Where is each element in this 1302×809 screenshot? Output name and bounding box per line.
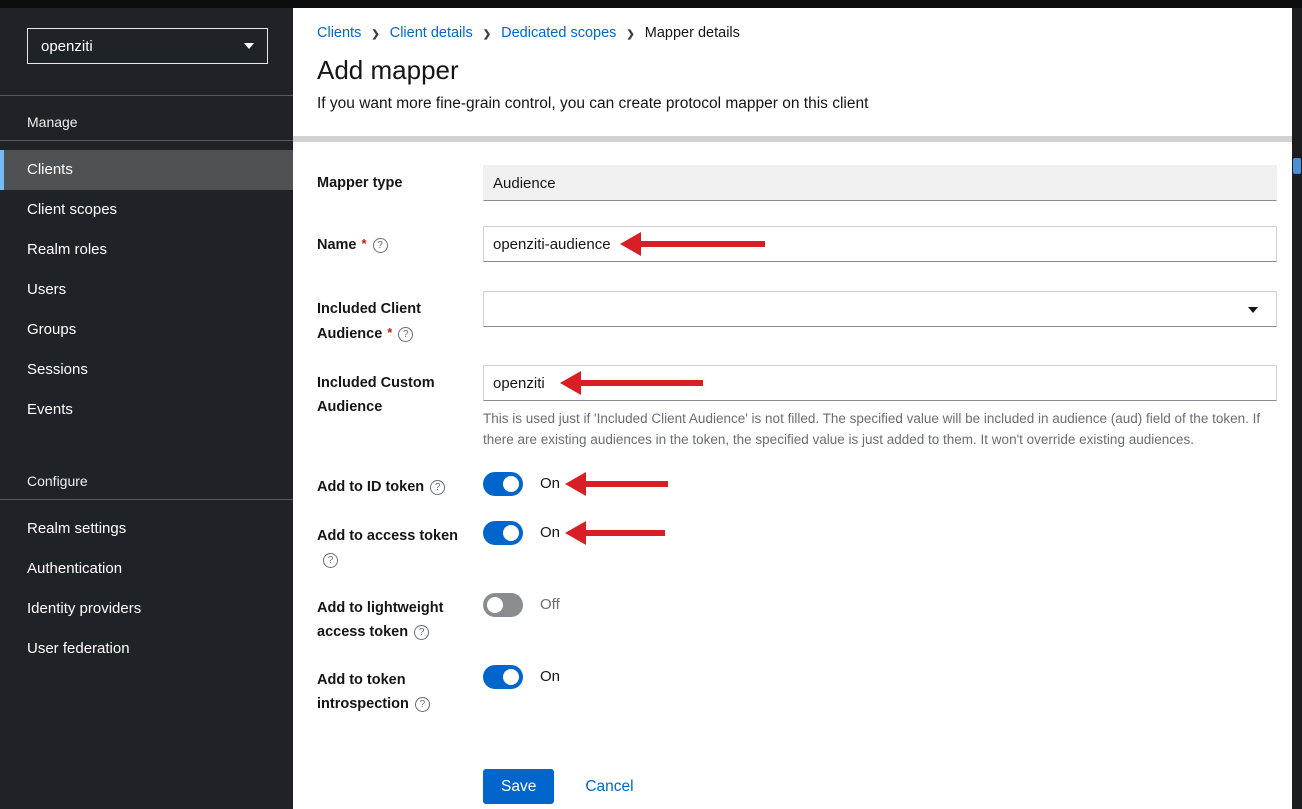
arrow-head-icon [565,472,586,496]
add-to-id-token-state: On [540,472,560,496]
add-to-id-token-row: Add to ID token? On [317,472,1277,499]
add-to-token-introspection-toggle[interactable] [483,665,523,689]
included-custom-audience-label: Included Custom Audience [317,375,435,415]
sidebar-item-clients[interactable]: Clients [0,150,293,190]
sidebar-item-realm-roles[interactable]: Realm roles [0,230,293,270]
required-asterisk: * [387,325,392,340]
included-custom-audience-row: Included Custom Audience This is used ju… [317,365,1277,450]
included-client-audience-row: Included Client Audience*? [317,291,1277,346]
breadcrumb-current-mapper-details: Mapper details [645,25,740,41]
add-to-lightweight-access-token-state: Off [540,593,560,617]
sidebar-item-realm-settings[interactable]: Realm settings [0,509,293,549]
window-top-bar [0,0,1302,8]
required-asterisk: * [362,236,367,251]
realm-selector[interactable]: openziti [27,28,268,64]
add-to-token-introspection-row: Add to token introspection? On [317,665,1277,716]
configure-nav-list: Realm settings Authentication Identity p… [0,500,293,669]
realm-selector-value: openziti [41,38,93,55]
scrollbar-track[interactable] [1292,8,1302,809]
save-button[interactable]: Save [483,769,554,804]
annotation-arrow [565,472,668,496]
sidebar-item-identity-providers[interactable]: Identity providers [0,589,293,629]
name-input[interactable] [483,226,1277,262]
help-icon[interactable]: ? [323,553,338,568]
page-subtitle: If you want more fine-grain control, you… [317,95,1277,113]
add-to-access-token-row: Add to access token? On [317,521,1277,572]
help-icon[interactable]: ? [398,327,413,342]
sidebar-item-groups[interactable]: Groups [0,310,293,350]
page-header: Clients ❯ Client details ❯ Dedicated sco… [293,8,1302,113]
arrow-head-icon [565,521,586,545]
sidebar-item-sessions[interactable]: Sessions [0,350,293,390]
help-icon[interactable]: ? [415,697,430,712]
sidebar-item-users[interactable]: Users [0,270,293,310]
manage-nav-list: Clients Client scopes Realm roles Users … [0,141,293,430]
add-to-access-token-toggle[interactable] [483,521,523,545]
add-to-id-token-toggle[interactable] [483,472,523,496]
chevron-right-icon: ❯ [483,27,491,40]
sidebar-item-user-federation[interactable]: User federation [0,629,293,669]
help-icon[interactable]: ? [430,480,445,495]
sidebar: openziti Manage Clients Client scopes Re… [0,8,293,809]
chevron-down-icon [244,43,254,49]
sidebar-item-client-scopes[interactable]: Client scopes [0,190,293,230]
name-label: Name [317,237,357,253]
help-icon[interactable]: ? [414,625,429,640]
scrollbar-thumb[interactable] [1293,158,1301,174]
breadcrumb-link-clients[interactable]: Clients [317,25,361,41]
cancel-button[interactable]: Cancel [585,778,633,796]
included-custom-audience-input[interactable] [483,365,1277,401]
annotation-arrow [565,521,665,545]
name-row: Name *? [317,226,1277,262]
form-actions: Save Cancel [483,769,1277,804]
included-client-audience-select[interactable] [483,291,1277,327]
sidebar-section-configure: Configure [0,430,293,499]
help-icon[interactable]: ? [373,238,388,253]
breadcrumb: Clients ❯ Client details ❯ Dedicated sco… [317,25,1277,41]
sidebar-section-manage: Manage [0,96,293,140]
add-to-lightweight-access-token-toggle[interactable] [483,593,523,617]
main-content: Clients ❯ Client details ❯ Dedicated sco… [293,8,1302,809]
mapper-type-row: Mapper type [317,165,1277,201]
page-title: Add mapper [317,55,1277,86]
chevron-down-icon [1248,307,1258,313]
mapper-type-input [483,165,1277,201]
breadcrumb-link-dedicated-scopes[interactable]: Dedicated scopes [501,25,616,41]
add-to-access-token-state: On [540,521,560,545]
add-to-lightweight-access-token-row: Add to lightweight access token? Off [317,593,1277,644]
chevron-right-icon: ❯ [371,27,379,40]
add-to-token-introspection-state: On [540,665,560,689]
add-mapper-form: Mapper type Name *? [293,142,1302,804]
mapper-type-label: Mapper type [317,165,483,201]
sidebar-item-authentication[interactable]: Authentication [0,549,293,589]
sidebar-item-events[interactable]: Events [0,390,293,430]
add-to-token-introspection-label: Add to token introspection [317,672,409,712]
breadcrumb-link-client-details[interactable]: Client details [390,25,473,41]
included-custom-audience-helper: This is used just if 'Included Client Au… [483,408,1277,450]
add-to-access-token-label: Add to access token [317,528,458,544]
add-to-id-token-label: Add to ID token [317,479,424,495]
chevron-right-icon: ❯ [626,27,634,40]
